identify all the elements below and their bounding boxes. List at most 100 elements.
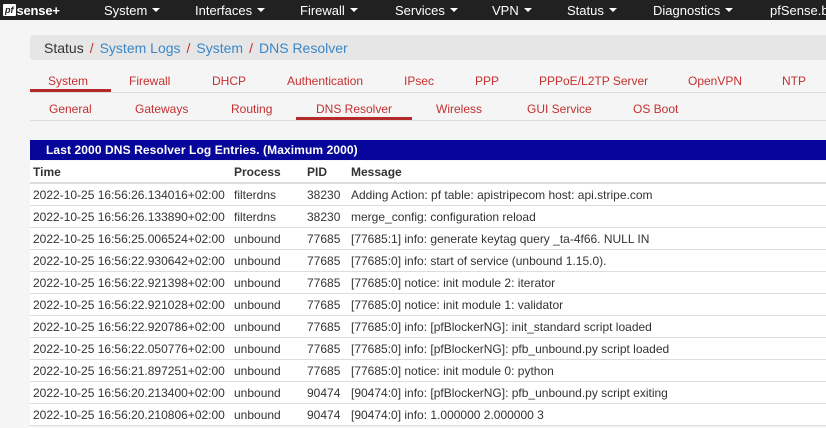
logo-plus: + [52, 2, 60, 18]
cell-time: 2022-10-25 16:56:26.133890+02:00 [33, 210, 225, 224]
log-table: Time Process PID Message 2022-10-25 16:5… [30, 161, 826, 426]
nav-services[interactable]: Services [395, 0, 458, 20]
cell-time: 2022-10-25 16:56:22.920786+02:00 [33, 320, 225, 334]
tab-authentication[interactable]: Authentication [287, 74, 363, 88]
table-row: 2022-10-25 16:56:22.920786+02:00 unbound… [30, 316, 826, 338]
cell-message: [77685:0] notice: init module 2: iterato… [351, 276, 556, 290]
breadcrumb-separator: / [249, 39, 253, 56]
tab-dns-resolver[interactable]: DNS Resolver [316, 102, 392, 116]
column-header-time: Time [33, 165, 61, 179]
chevron-down-icon [152, 8, 161, 12]
breadcrumb-separator: / [186, 39, 191, 56]
nav-diagnostics-label: Diagnostics [653, 2, 721, 18]
nav-firewall[interactable]: Firewall [300, 0, 358, 20]
cell-pid: 77685 [307, 254, 341, 268]
cell-message: [77685:1] info: generate keytag query _t… [351, 232, 650, 246]
tab-firewall[interactable]: Firewall [129, 74, 170, 88]
table-row: 2022-10-25 16:56:20.210806+02:00 unbound… [30, 404, 826, 426]
chevron-down-icon [523, 8, 532, 12]
cell-message: merge_config: configuration reload [351, 210, 536, 224]
chevron-down-icon [257, 8, 266, 12]
tab-general[interactable]: General [49, 102, 92, 116]
breadcrumb-separator: / [89, 39, 94, 56]
cell-process: unbound [234, 232, 281, 246]
cell-time: 2022-10-25 16:56:22.921398+02:00 [33, 276, 225, 290]
tab-openvpn[interactable]: OpenVPN [688, 74, 742, 88]
tab-system[interactable]: System [48, 74, 88, 88]
cell-message: [77685:0] info: start of service (unboun… [351, 254, 607, 268]
tab-row-divider [30, 92, 826, 93]
table-row: 2022-10-25 16:56:22.050776+02:00 unbound… [30, 338, 826, 360]
cell-message: [90474:0] info: 1.000000 2.000000 3 [351, 408, 544, 422]
column-header-message: Message [351, 165, 402, 179]
tab-gui-service[interactable]: GUI Service [527, 102, 592, 116]
table-row: 2022-10-25 16:56:26.133890+02:00 filterd… [30, 206, 826, 228]
cell-message: [77685:0] info: [pfBlockerNG]: init_stan… [351, 320, 652, 334]
logo-box: pf [3, 4, 16, 16]
nav-diagnostics[interactable]: Diagnostics [653, 0, 734, 20]
tab-ipsec[interactable]: IPsec [404, 74, 434, 88]
cell-pid: 77685 [307, 320, 341, 334]
table-row: 2022-10-25 16:56:22.921028+02:00 unbound… [30, 294, 826, 316]
cell-time: 2022-10-25 16:56:22.930642+02:00 [33, 254, 225, 268]
cell-pid: 77685 [307, 276, 341, 290]
cell-time: 2022-10-25 16:56:20.210806+02:00 [33, 408, 225, 422]
tab-wireless[interactable]: Wireless [436, 102, 482, 116]
tab-row-divider [30, 120, 826, 121]
logo-text: sense [16, 2, 53, 18]
breadcrumb: Status / System Logs / System / DNS Reso… [30, 35, 826, 60]
chevron-down-icon [608, 8, 617, 12]
nav-vpn[interactable]: VPN [492, 0, 532, 20]
tab-dhcp[interactable]: DHCP [212, 74, 246, 88]
chevron-down-icon [349, 8, 358, 12]
breadcrumb-system[interactable]: System [196, 40, 243, 56]
cell-time: 2022-10-25 16:56:26.134016+02:00 [33, 188, 225, 202]
breadcrumb-system-logs[interactable]: System Logs [100, 40, 181, 56]
breadcrumb-status: Status [44, 39, 84, 56]
chevron-down-icon [725, 8, 734, 12]
cell-pid: 38230 [307, 188, 341, 202]
tab-ppp[interactable]: PPP [475, 74, 499, 88]
pfsense-logo[interactable]: pf sense + [0, 0, 96, 20]
column-header-pid: PID [307, 165, 328, 179]
nav-hostname-label: pfSense.b [770, 2, 826, 18]
tab-ntp[interactable]: NTP [782, 74, 806, 88]
nav-system[interactable]: System [104, 0, 161, 20]
cell-process: unbound [234, 298, 281, 312]
table-row: 2022-10-25 16:56:25.006524+02:00 unbound… [30, 228, 826, 250]
panel-title: Last 2000 DNS Resolver Log Entries. (Max… [30, 140, 826, 160]
nav-hostname[interactable]: pfSense.b [770, 0, 826, 20]
table-row: 2022-10-25 16:56:20.213400+02:00 unbound… [30, 382, 826, 404]
nav-vpn-label: VPN [492, 2, 519, 18]
nav-interfaces[interactable]: Interfaces [195, 0, 266, 20]
chevron-down-icon [449, 8, 458, 12]
cell-time: 2022-10-25 16:56:20.213400+02:00 [33, 386, 225, 400]
tab-pppoe-l2tp-server[interactable]: PPPoE/L2TP Server [539, 74, 648, 88]
cell-pid: 77685 [307, 342, 341, 356]
cell-process: unbound [234, 408, 281, 422]
nav-status-label: Status [567, 2, 604, 18]
cell-process: unbound [234, 254, 281, 268]
table-row: 2022-10-25 16:56:26.134016+02:00 filterd… [30, 184, 826, 206]
nav-status[interactable]: Status [567, 0, 617, 20]
breadcrumb-dns-resolver[interactable]: DNS Resolver [259, 40, 348, 56]
cell-pid: 90474 [307, 386, 341, 400]
cell-message: [90474:0] info: [pfBlockerNG]: pfb_unbou… [351, 386, 668, 400]
cell-message: [77685:0] info: [pfBlockerNG]: pfb_unbou… [351, 342, 670, 356]
cell-pid: 77685 [307, 232, 341, 246]
tab-routing[interactable]: Routing [231, 102, 272, 116]
cell-message: [77685:0] notice: init module 0: python [351, 364, 554, 378]
nav-services-label: Services [395, 2, 445, 18]
cell-process: filterdns [234, 188, 277, 202]
cell-process: unbound [234, 320, 281, 334]
cell-process: unbound [234, 342, 281, 356]
tab-os-boot[interactable]: OS Boot [633, 102, 678, 116]
cell-time: 2022-10-25 16:56:22.050776+02:00 [33, 342, 225, 356]
cell-time: 2022-10-25 16:56:22.921028+02:00 [33, 298, 225, 312]
table-row: 2022-10-25 16:56:21.897251+02:00 unbound… [30, 360, 826, 382]
cell-process: filterdns [234, 210, 277, 224]
tab-gateways[interactable]: Gateways [135, 102, 188, 116]
top-navbar: pf sense + System Interfaces Firewall Se… [0, 0, 826, 20]
table-row: 2022-10-25 16:56:22.930642+02:00 unbound… [30, 250, 826, 272]
cell-message: [77685:0] notice: init module 1: validat… [351, 298, 564, 312]
